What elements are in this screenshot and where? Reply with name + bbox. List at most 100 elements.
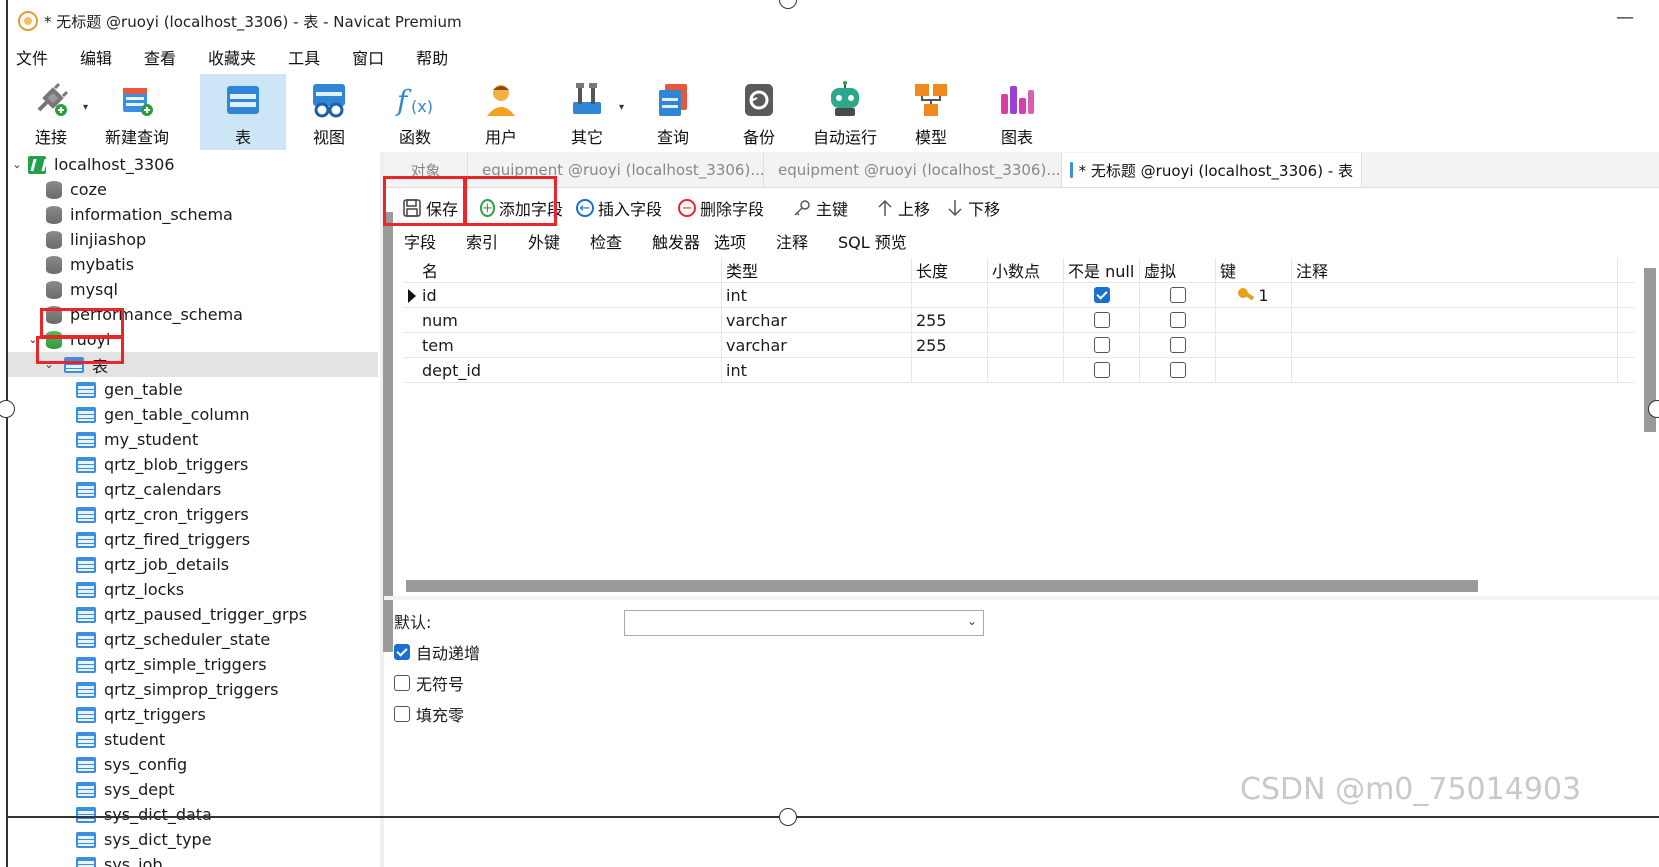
field-decimals-cell[interactable] bbox=[988, 283, 1064, 307]
virtual-checkbox[interactable] bbox=[1169, 362, 1186, 378]
add-field-button[interactable]: + 添加字段 bbox=[472, 192, 568, 224]
auto-increment-checkbox[interactable] bbox=[394, 643, 410, 660]
not-null-checkbox[interactable] bbox=[1093, 362, 1110, 378]
toolbar-table-button[interactable]: 表 bbox=[200, 74, 286, 150]
tree-table[interactable]: qrtz_blob_triggers bbox=[8, 452, 378, 477]
field-type-cell[interactable]: varchar bbox=[722, 333, 912, 357]
tree-database[interactable]: mybatis bbox=[8, 252, 378, 277]
move-down-button[interactable]: 下移 bbox=[938, 192, 1008, 224]
tree-database[interactable]: coze bbox=[8, 177, 378, 202]
zerofill-option[interactable]: 填充零 bbox=[394, 698, 1644, 729]
virtual-checkbox[interactable] bbox=[1169, 337, 1186, 353]
save-button[interactable]: 保存 bbox=[394, 192, 468, 224]
tree-connection[interactable]: ⌄ localhost_3306 bbox=[8, 152, 378, 177]
toolbar-user-button[interactable]: 用户 bbox=[458, 74, 544, 150]
unsigned-checkbox[interactable] bbox=[394, 674, 410, 691]
move-up-button[interactable]: 上移 bbox=[868, 192, 938, 224]
virtual-checkbox[interactable] bbox=[1169, 312, 1186, 328]
menu-file[interactable]: 文件 bbox=[16, 45, 48, 69]
tree-table[interactable]: sys_job bbox=[8, 852, 378, 867]
toolbar-automation-button[interactable]: 自动运行 bbox=[802, 74, 888, 150]
subtab-triggers[interactable]: 触发器 bbox=[652, 229, 714, 253]
menu-window[interactable]: 窗口 bbox=[352, 45, 384, 69]
tree-table[interactable]: qrtz_paused_trigger_grps bbox=[8, 602, 378, 627]
tree-table[interactable]: sys_config bbox=[8, 752, 378, 777]
tree-table[interactable]: qrtz_locks bbox=[8, 577, 378, 602]
toolbar-new-query-button[interactable]: 新建查询 bbox=[94, 74, 180, 150]
field-type-cell[interactable]: varchar bbox=[722, 308, 912, 332]
tree-database[interactable]: linjiashop bbox=[8, 227, 378, 252]
subtab-fields[interactable]: 字段 bbox=[404, 229, 466, 253]
field-length-cell[interactable]: 255 bbox=[912, 333, 988, 357]
field-type-cell[interactable]: int bbox=[722, 283, 912, 307]
tree-table[interactable]: sys_dict_type bbox=[8, 827, 378, 852]
tree-table[interactable]: student bbox=[8, 727, 378, 752]
field-comment-cell[interactable] bbox=[1292, 283, 1618, 307]
tree-table[interactable]: qrtz_calendars bbox=[8, 477, 378, 502]
not-null-checkbox[interactable] bbox=[1093, 287, 1110, 303]
not-null-checkbox[interactable] bbox=[1093, 312, 1110, 328]
menu-help[interactable]: 帮助 bbox=[416, 45, 448, 69]
menu-favorites[interactable]: 收藏夹 bbox=[208, 45, 256, 69]
tree-table[interactable]: qrtz_simple_triggers bbox=[8, 652, 378, 677]
field-comment-cell[interactable] bbox=[1292, 358, 1618, 382]
tree-table[interactable]: gen_table_column bbox=[8, 402, 378, 427]
subtab-indexes[interactable]: 索引 bbox=[466, 229, 528, 253]
primary-key-button[interactable]: 主键 bbox=[784, 192, 856, 224]
table-row[interactable]: dept_id int bbox=[404, 358, 1634, 383]
subtab-foreign-keys[interactable]: 外键 bbox=[528, 229, 590, 253]
field-length-cell[interactable] bbox=[912, 283, 988, 307]
tree-database[interactable]: mysql bbox=[8, 277, 378, 302]
chevron-down-icon[interactable]: ⌄ bbox=[26, 333, 40, 346]
toolbar-backup-button[interactable]: 备份 bbox=[716, 74, 802, 150]
key-cell[interactable] bbox=[1216, 308, 1292, 332]
chevron-down-icon[interactable]: ▾ bbox=[83, 102, 88, 113]
tree-table[interactable]: sys_dict_data bbox=[8, 802, 378, 827]
grid-horizontal-scrollbar[interactable] bbox=[406, 580, 1478, 592]
chevron-down-icon[interactable]: ⌄ bbox=[10, 158, 24, 171]
subtab-comment[interactable]: 注释 bbox=[776, 229, 838, 253]
field-name-cell[interactable]: id bbox=[404, 283, 722, 307]
header-name[interactable]: 名 bbox=[404, 258, 722, 282]
field-length-cell[interactable] bbox=[912, 358, 988, 382]
insert-field-button[interactable]: ← 插入字段 bbox=[568, 192, 670, 224]
table-row[interactable]: num varchar 255 bbox=[404, 308, 1634, 333]
tree-table[interactable]: qrtz_triggers bbox=[8, 702, 378, 727]
tree-table[interactable]: gen_table bbox=[8, 377, 378, 402]
header-length[interactable]: 长度 bbox=[912, 258, 988, 282]
unsigned-option[interactable]: 无符号 bbox=[394, 667, 1644, 698]
field-type-cell[interactable]: int bbox=[722, 358, 912, 382]
auto-increment-option[interactable]: 自动递增 bbox=[394, 636, 1644, 667]
tree-tables-node[interactable]: ⌄ 表 bbox=[8, 352, 378, 377]
table-row[interactable]: id int 1 bbox=[404, 283, 1634, 308]
not-null-checkbox[interactable] bbox=[1093, 337, 1110, 353]
field-decimals-cell[interactable] bbox=[988, 358, 1064, 382]
subtab-options[interactable]: 选项 bbox=[714, 229, 776, 253]
toolbar-chart-button[interactable]: 图表 bbox=[974, 74, 1060, 150]
field-decimals-cell[interactable] bbox=[988, 333, 1064, 357]
tab-equipment-1[interactable]: equipment @ruoyi (localhost_3306)... bbox=[468, 153, 764, 187]
virtual-checkbox[interactable] bbox=[1169, 287, 1186, 303]
tab-equipment-2[interactable]: equipment @ruoyi (localhost_3306)... bbox=[764, 153, 1062, 187]
subtab-checks[interactable]: 检查 bbox=[590, 229, 652, 253]
toolbar-function-button[interactable]: f (x) 函数 bbox=[372, 74, 458, 150]
key-cell[interactable] bbox=[1216, 333, 1292, 357]
toolbar-other-button[interactable]: 其它 ▾ bbox=[544, 74, 630, 150]
key-cell[interactable] bbox=[1216, 358, 1292, 382]
field-name-cell[interactable]: num bbox=[404, 308, 722, 332]
zerofill-checkbox[interactable] bbox=[394, 705, 410, 722]
toolbar-connect-button[interactable]: 连接 ▾ bbox=[8, 74, 94, 150]
field-name-cell[interactable]: dept_id bbox=[404, 358, 722, 382]
toolbar-query-button[interactable]: 查询 bbox=[630, 74, 716, 150]
field-length-cell[interactable]: 255 bbox=[912, 308, 988, 332]
chevron-down-icon[interactable]: ⌄ bbox=[967, 614, 977, 628]
header-comment[interactable]: 注释 bbox=[1292, 258, 1618, 282]
default-value-select[interactable]: ⌄ bbox=[624, 610, 984, 636]
tree-table[interactable]: qrtz_job_details bbox=[8, 552, 378, 577]
resize-handle-bottom[interactable] bbox=[779, 808, 797, 826]
chevron-down-icon[interactable]: ▾ bbox=[619, 102, 624, 113]
editor-vertical-scrollbar[interactable] bbox=[383, 212, 393, 652]
tree-table[interactable]: qrtz_simprop_triggers bbox=[8, 677, 378, 702]
field-comment-cell[interactable] bbox=[1292, 308, 1618, 332]
tree-database[interactable]: performance_schema bbox=[8, 302, 378, 327]
